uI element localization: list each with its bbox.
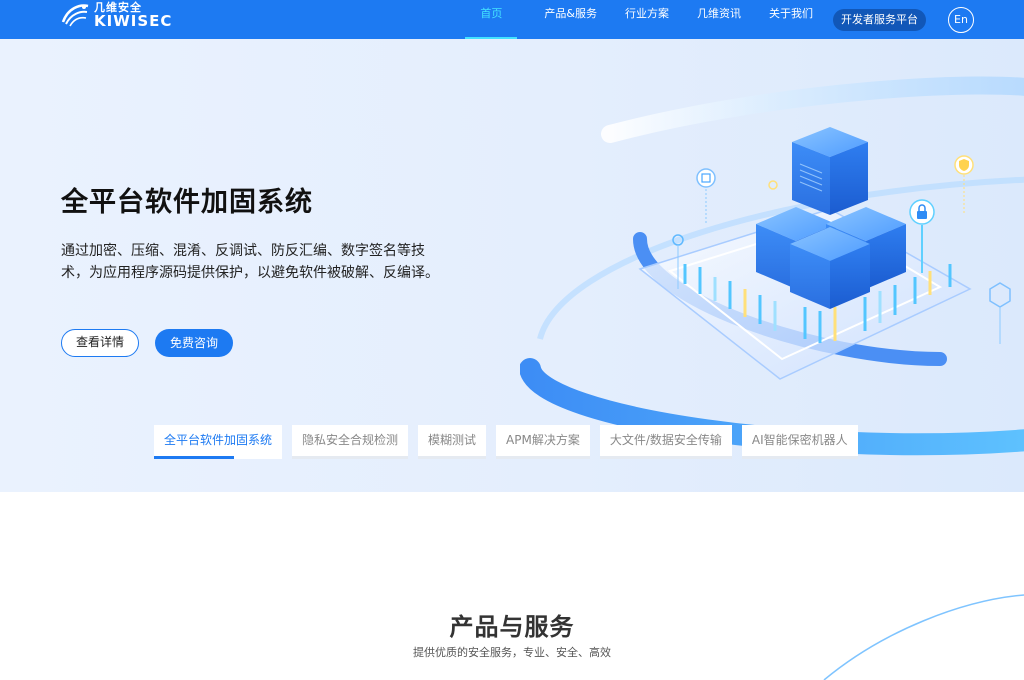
page: 几维安全 KIWISEC 首页 产品&服务 行业方案 几维资讯 关于我们 开发者… [0,0,1024,680]
brand-name-cn: 几维安全 [94,0,142,14]
brand-text: 几维安全 KIWISEC [94,2,172,29]
tab-privacy-compliance[interactable]: 隐私安全合规检测 [292,425,409,459]
product-tabs: 全平台软件加固系统 隐私安全合规检测 模糊测试 APM解决方案 大文件/数据安全… [154,425,858,459]
nav-item-solutions[interactable]: 行业方案 [611,0,683,39]
nav-item-home[interactable]: 首页 [465,0,518,39]
hero-title: 全平台软件加固系统 [61,187,313,218]
main-nav: 首页 产品&服务 行业方案 几维资讯 关于我们 开发者服务平台 En [465,0,1024,39]
nav-item-news[interactable]: 几维资讯 [683,0,755,39]
tab-apm-solution[interactable]: APM解决方案 [496,425,590,459]
top-header: 几维安全 KIWISEC 首页 产品&服务 行业方案 几维资讯 关于我们 开发者… [0,0,1024,39]
brand-name-en: KIWISEC [94,11,173,30]
language-switch-button[interactable]: En [948,6,974,33]
tab-ai-robot[interactable]: AI智能保密机器人 [741,425,858,459]
tab-fuzz-testing[interactable]: 模糊测试 [418,425,487,459]
developer-platform-button[interactable]: 开发者服务平台 [833,8,926,31]
nav-item-products[interactable]: 产品&服务 [530,0,611,39]
nav-item-about[interactable]: 关于我们 [755,0,827,39]
view-details-button[interactable]: 查看详情 [61,329,139,357]
kiwi-logo-icon [61,4,89,27]
tab-large-file-transfer[interactable]: 大文件/数据安全传输 [599,425,732,459]
free-consult-button[interactable]: 免费咨询 [155,329,233,357]
tab-software-hardening[interactable]: 全平台软件加固系统 [154,425,283,459]
section-subtitle: 提供优质的安全服务，专业、安全、高效 [413,646,611,659]
hero-description: 通过加密、压缩、混淆、反调试、防反汇编、数字签名等技术，为应用程序源码提供保护，… [61,243,439,281]
hero-banner: 全平台软件加固系统 通过加密、压缩、混淆、反调试、防反汇编、数字签名等技术，为应… [0,39,1024,492]
section-title: 产品与服务 [449,613,575,641]
brand-logo[interactable]: 几维安全 KIWISEC [60,0,172,30]
